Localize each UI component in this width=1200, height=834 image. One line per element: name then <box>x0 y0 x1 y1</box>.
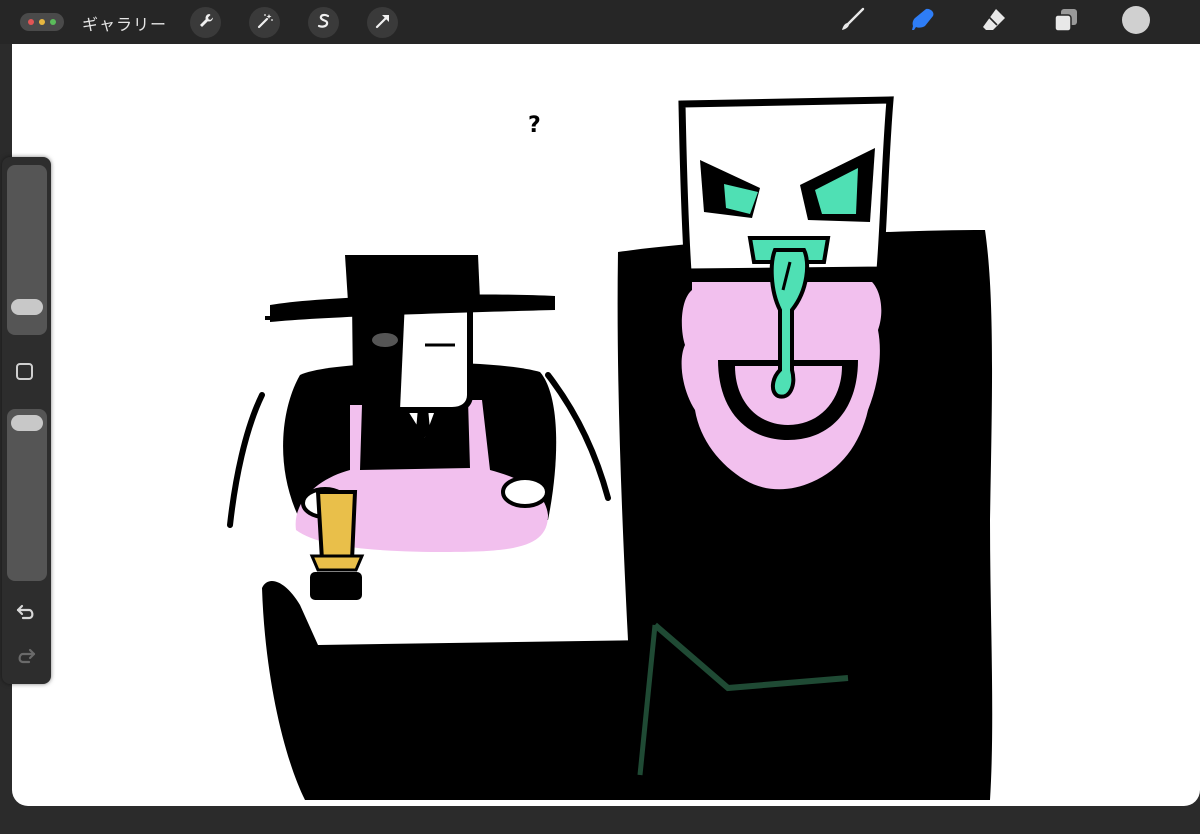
opacity-slider[interactable] <box>7 409 47 581</box>
opacity-thumb[interactable] <box>11 415 43 431</box>
selection-button[interactable] <box>308 7 339 38</box>
procreate-app: ギャラリー ? <box>0 0 1200 834</box>
color-swatch-icon <box>1120 4 1152 40</box>
dot-red <box>28 19 34 25</box>
wrench-icon <box>197 12 215 34</box>
color-picker-button[interactable] <box>1120 6 1152 38</box>
layers-icon <box>1052 6 1080 38</box>
smudge-icon <box>909 6 937 38</box>
dot-yellow <box>39 19 45 25</box>
redo-icon <box>15 647 37 669</box>
brush-tool-button[interactable] <box>836 6 868 38</box>
window-menu-button[interactable] <box>20 13 64 31</box>
left-sidebar <box>2 157 51 684</box>
layers-tool-button[interactable] <box>1050 6 1082 38</box>
gallery-button[interactable]: ギャラリー <box>82 11 167 35</box>
top-toolbar: ギャラリー <box>0 0 1200 44</box>
question-mark: ? <box>528 113 541 138</box>
drawing-canvas[interactable]: ? <box>12 44 1200 806</box>
redo-button[interactable] <box>13 647 39 669</box>
undo-button[interactable] <box>13 603 39 625</box>
magic-wand-icon <box>256 12 274 34</box>
undo-icon <box>15 603 37 625</box>
bottom-edge <box>0 806 1200 834</box>
transform-button[interactable] <box>367 7 398 38</box>
dot-green <box>50 19 56 25</box>
eraser-icon <box>980 6 1008 38</box>
brush-size-slider[interactable] <box>7 165 47 335</box>
eraser-tool-button[interactable] <box>978 6 1010 38</box>
selection-s-icon <box>315 12 333 34</box>
adjustments-button[interactable] <box>249 7 280 38</box>
small-character <box>227 255 611 600</box>
brush-size-thumb[interactable] <box>11 299 43 315</box>
square-modify-icon[interactable] <box>16 363 33 380</box>
smudge-tool-button[interactable] <box>907 6 939 38</box>
transform-arrow-icon <box>374 12 392 34</box>
brush-icon <box>839 7 865 37</box>
artwork: ? <box>227 96 993 800</box>
actions-button[interactable] <box>190 7 221 38</box>
